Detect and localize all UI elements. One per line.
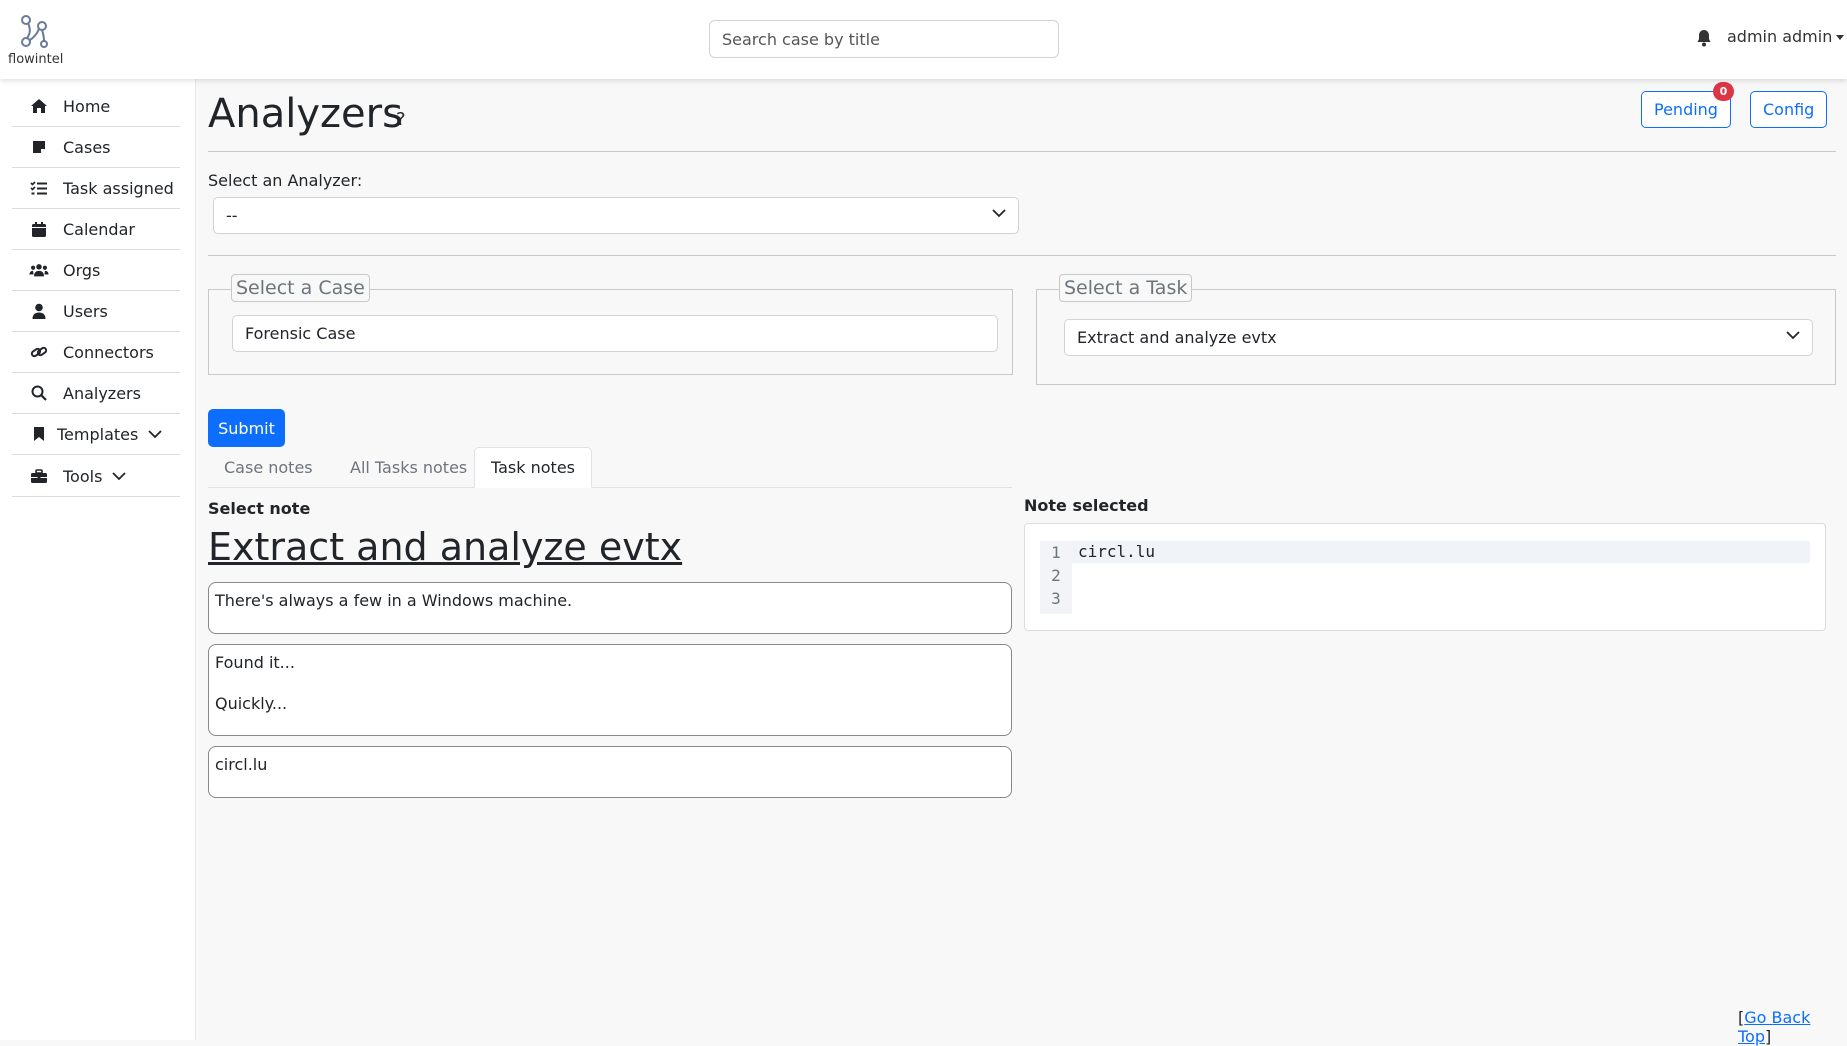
calendar-icon [29,219,49,239]
home-icon [29,96,49,116]
main-content: Analyzers ? Pending 0 Config Select an A… [196,79,1847,1046]
search-icon [29,383,49,403]
user-name: admin admin [1727,27,1833,46]
sidebar-item-label: Calendar [63,219,135,239]
line-number: 1 [1051,543,1061,562]
note-editor[interactable]: 1 2 3 circl.lu [1024,523,1826,631]
analyzer-select-value: -- [226,206,238,225]
note-text: There's always a few in a Windows machin… [215,591,573,610]
sidebar-item-label: Cases [63,137,111,157]
sidebar-item-calendar[interactable]: Calendar [12,209,180,250]
bookmark-icon [29,424,49,444]
go-back-top: [Go Back Top] [1738,1008,1847,1046]
help-icon[interactable]: ? [396,109,406,130]
task-select[interactable]: Extract and analyze evtx [1064,319,1813,356]
list-check-icon [29,178,49,198]
note-icon [29,137,49,157]
chevron-down-icon [148,429,162,438]
line-number-gutter: 1 2 3 [1040,541,1072,614]
editor-line: circl.lu [1072,541,1810,563]
note-selected-label: Note selected [1024,496,1149,515]
sidebar-item-tools[interactable]: Tools [12,456,180,497]
note-card[interactable]: circl.lu [208,746,1012,798]
task-title-link[interactable]: Extract and analyze evtx [208,525,682,569]
chevron-down-icon [992,209,1006,218]
note-text: Quickly... [215,694,288,713]
note-text: circl.lu [215,755,268,774]
sidebar-item-label: Analyzers [63,383,141,403]
pending-count-badge: 0 [1713,82,1734,101]
case-input-value: Forensic Case [245,324,356,343]
config-button[interactable]: Config [1750,91,1828,128]
sidebar-item-home[interactable]: Home [12,86,180,127]
flowintel-logo-icon [21,15,48,48]
link-icon [29,342,49,362]
select-note-label: Select note [208,499,311,518]
chevron-down-icon [1786,331,1800,340]
sidebar-item-users[interactable]: Users [12,291,180,332]
line-number: 3 [1051,589,1061,608]
sidebar-item-orgs[interactable]: Orgs [12,250,180,291]
sidebar-item-label: Users [63,301,108,321]
sidebar-item-templates[interactable]: Templates [12,414,180,455]
user-menu[interactable]: admin admin [1727,27,1845,46]
analyzer-select[interactable]: -- [213,197,1019,234]
sidebar-item-label: Templates [57,424,139,444]
submit-button[interactable]: Submit [208,409,285,447]
notes-tabs: Case notes All Tasks notes Task notes [208,447,1012,488]
sidebar-item-task-assigned[interactable]: Task assigned [12,168,180,209]
sidebar-item-label: Home [63,96,111,116]
note-text: Found it... [215,653,295,672]
sidebar-item-label: Orgs [63,260,101,280]
analyzer-select-label: Select an Analyzer: [208,171,363,190]
tab-case-notes[interactable]: Case notes [208,447,329,488]
task-legend: Select a Task [1059,274,1193,302]
note-card[interactable]: There's always a few in a Windows machin… [208,582,1012,634]
users-group-icon [29,260,49,280]
case-input[interactable]: Forensic Case [232,315,998,352]
line-number: 2 [1051,566,1061,585]
toolbox-icon [29,466,49,486]
top-bar: flowintel admin admin [0,0,1847,79]
sidebar-item-connectors[interactable]: Connectors [12,332,180,373]
logo-text: flowintel [8,52,64,67]
tab-all-tasks-notes[interactable]: All Tasks notes [334,447,483,488]
caret-down-icon [1836,35,1845,40]
chevron-down-icon [112,471,127,480]
divider [208,255,1836,256]
page-title: Analyzers [208,91,403,137]
case-fieldset: Select a Case Forensic Case [208,274,1013,375]
sidebar: Home Cases Task assigned Calendar Orgs U… [0,79,196,1040]
divider [208,151,1836,152]
note-card[interactable]: Found it... Quickly... [208,644,1012,736]
sidebar-item-cases[interactable]: Cases [12,127,180,168]
sidebar-item-label: Tools [63,466,103,486]
sidebar-item-analyzers[interactable]: Analyzers [12,373,180,414]
task-fieldset: Select a Task Extract and analyze evtx [1036,274,1836,385]
sidebar-item-label: Connectors [63,342,154,362]
bell-icon[interactable] [1696,29,1712,47]
go-back-top-link[interactable]: Go Back Top [1738,1008,1810,1046]
search-input[interactable] [709,20,1059,58]
bracket: ] [1765,1027,1772,1046]
case-legend: Select a Case [231,274,370,302]
task-select-value: Extract and analyze evtx [1077,328,1277,347]
sidebar-item-label: Task assigned [63,178,174,198]
logo[interactable]: flowintel [8,14,68,70]
tab-task-notes[interactable]: Task notes [474,447,592,488]
user-icon [29,301,49,321]
